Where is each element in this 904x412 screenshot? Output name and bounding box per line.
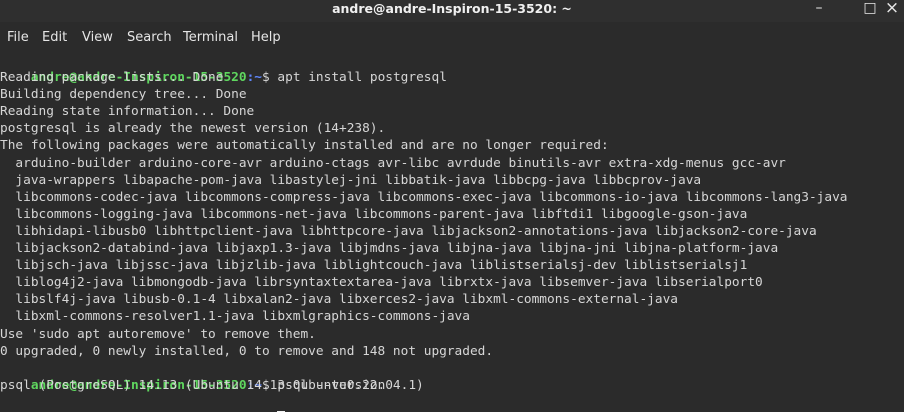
output-line: psql (PostgreSQL) 14.13 (Ubuntu 14.13-0u… — [0, 377, 424, 393]
output-line: libjsch-java libjssc-java libjzlib-java … — [0, 258, 748, 274]
output-line: libcommons-logging-java libcommons-net-j… — [0, 206, 748, 222]
close-button[interactable]: × — [880, 0, 904, 18]
output-line: java-wrappers libapache-pom-java libasty… — [0, 172, 702, 188]
output-line: libxml-commons-resolver1.1-java libxmlgr… — [0, 309, 470, 325]
menu-search[interactable]: Search — [127, 26, 172, 50]
menu-view[interactable]: View — [82, 26, 113, 50]
menu-terminal[interactable]: Terminal — [183, 26, 238, 50]
window-titlebar[interactable]: andre@andre-Inspiron-15-3520: ~ – □ × — [0, 0, 904, 22]
output-line: Use 'sudo apt autoremove' to remove them… — [0, 326, 316, 342]
output-line: Reading state information... Done — [0, 104, 255, 120]
output-line: liblog4j2-java libmongodb-java librsynta… — [0, 275, 763, 291]
terminal-output[interactable]: andre@andre-Inspiron-15-3520:~$ apt inst… — [0, 52, 904, 412]
output-line: Reading package lists... Done — [0, 70, 224, 86]
menu-help[interactable]: Help — [251, 26, 281, 50]
maximize-button[interactable]: □ — [858, 0, 882, 18]
output-line: libcommons-codec-java libcommons-compres… — [0, 189, 848, 205]
output-line: postgresql is already the newest version… — [0, 121, 386, 137]
output-line: libjackson2-databind-java libjaxp1.3-jav… — [0, 241, 779, 257]
output-line: libslf4j-java libusb-0.1-4 libxalan2-jav… — [0, 292, 678, 308]
menu-bar: File Edit View Search Terminal Help — [0, 26, 904, 50]
menu-file[interactable]: File — [7, 26, 29, 50]
prompt-path: :~ — [246, 70, 262, 86]
command-line: andre@andre-Inspiron-15-3520:~$ psql --v… — [0, 360, 904, 393]
output-line: libhidapi-libusb0 libhttpclient-java lib… — [0, 223, 817, 239]
command-text: apt install postgresql — [277, 70, 447, 86]
command-line: andre@andre-Inspiron-15-3520:~$ — [0, 394, 904, 412]
minimize-button[interactable]: – — [807, 0, 831, 18]
output-line: The following packages were automaticall… — [0, 138, 609, 154]
window-title: andre@andre-Inspiron-15-3520: ~ — [332, 1, 572, 16]
menu-edit[interactable]: Edit — [42, 26, 67, 50]
command-line: andre@andre-Inspiron-15-3520:~$ apt inst… — [0, 52, 904, 85]
prompt-sign: $ — [261, 70, 278, 86]
output-line: 0 upgraded, 0 newly installed, 0 to remo… — [0, 343, 494, 359]
output-line: arduino-builder arduino-core-avr arduino… — [0, 155, 786, 171]
output-line: Building dependency tree... Done — [0, 87, 247, 103]
